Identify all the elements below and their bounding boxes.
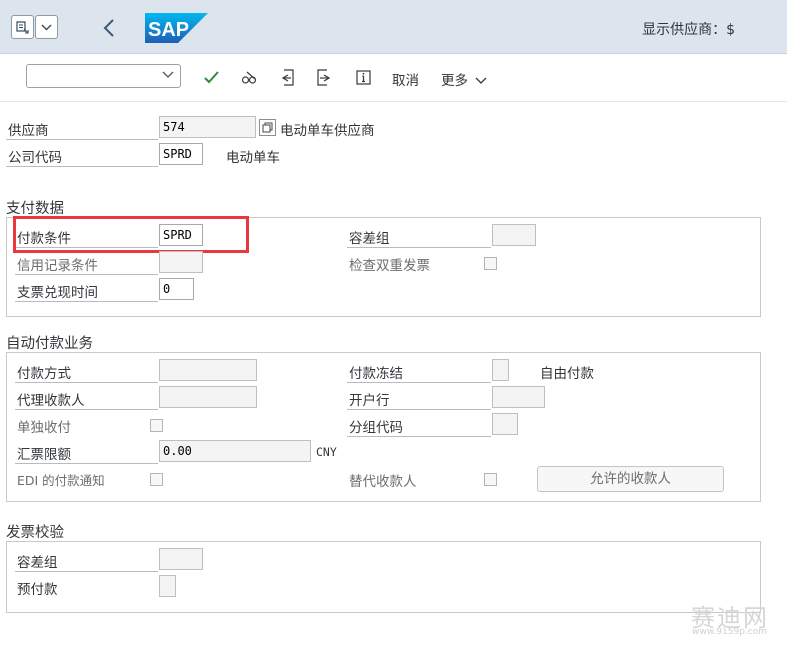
info-icon xyxy=(355,69,371,85)
chevron-left-icon xyxy=(103,19,114,37)
bill-exchange-limit-field[interactable]: 0.00 xyxy=(159,440,311,462)
info-button[interactable] xyxy=(354,68,372,86)
label-underline xyxy=(15,409,158,410)
label-underline xyxy=(347,247,491,248)
bill-exchange-limit-label: 汇票限额 xyxy=(17,447,71,463)
highlight-box xyxy=(13,216,249,253)
permitted-payee-button[interactable]: 允许的收款人 xyxy=(537,466,724,492)
back-button[interactable] xyxy=(96,14,122,42)
next-screen-button[interactable] xyxy=(315,68,333,86)
check-cashing-time-label: 支票兑现时间 xyxy=(17,285,98,301)
alt-payee-doc-checkbox[interactable] xyxy=(484,473,497,486)
copy-icon xyxy=(262,122,273,133)
vendor-name: 电动单车供应商 xyxy=(280,123,375,139)
cancel-button[interactable]: 取消 xyxy=(392,69,419,89)
glasses-pencil-icon xyxy=(241,71,256,84)
individual-payment-checkbox[interactable] xyxy=(150,419,163,432)
payment-block-desc: 自由付款 xyxy=(540,366,594,382)
label-underline xyxy=(15,301,158,302)
tolerance-group-field[interactable] xyxy=(492,224,536,246)
label-underline xyxy=(347,382,491,383)
alt-payee-label: 代理收款人 xyxy=(17,393,85,409)
payment-methods-label: 付款方式 xyxy=(17,366,71,382)
payment-block-label: 付款冻结 xyxy=(349,366,403,382)
company-code-label: 公司代码 xyxy=(8,150,62,166)
currency-code: CNY xyxy=(316,445,337,459)
menu-icon xyxy=(16,20,29,34)
menu-dropdown-button[interactable] xyxy=(35,15,58,39)
vendor-label: 供应商 xyxy=(8,123,49,139)
chevron-down-icon xyxy=(41,24,52,30)
check-cashing-time-field[interactable]: 0 xyxy=(159,278,194,300)
edi-checkbox[interactable] xyxy=(150,473,163,486)
command-field-dropdown[interactable] xyxy=(162,68,174,83)
menu-button[interactable] xyxy=(11,15,34,39)
edi-label: EDI 的付款通知 xyxy=(17,473,105,488)
company-name: 电动单车 xyxy=(226,150,280,166)
command-field[interactable] xyxy=(26,64,181,88)
prepayment-field[interactable] xyxy=(159,575,176,597)
house-bank-field[interactable] xyxy=(492,386,545,408)
svg-text:SAP: SAP xyxy=(148,19,189,41)
payment-block-field[interactable] xyxy=(492,359,509,381)
invoice-verification-group xyxy=(6,541,761,613)
vendor-field[interactable]: 574 xyxy=(159,116,256,138)
credit-memo-terms-label: 信用记录条件 xyxy=(17,258,98,274)
watermark-url: www.9159p.com xyxy=(692,627,767,637)
grouping-key-field[interactable] xyxy=(492,413,518,435)
previous-screen-button[interactable] xyxy=(278,68,296,86)
label-underline xyxy=(6,139,158,140)
payment-data-title: 支付数据 xyxy=(6,201,64,217)
label-underline xyxy=(347,409,491,410)
page-forward-icon xyxy=(317,68,331,86)
more-label: 更多 xyxy=(441,73,468,89)
company-code-field[interactable]: SPRD xyxy=(159,143,203,165)
iv-tolerance-group-label: 容差组 xyxy=(17,555,58,571)
copy-button[interactable] xyxy=(259,119,276,136)
alt-payee-doc-label: 替代收款人 xyxy=(349,474,417,490)
chevron-down-icon xyxy=(475,77,487,84)
invoice-verification-title: 发票校验 xyxy=(6,525,64,541)
alt-payee-field[interactable] xyxy=(159,386,257,408)
label-underline xyxy=(347,436,491,437)
double-invoice-checkbox[interactable] xyxy=(484,257,497,270)
sap-logo: SAP xyxy=(145,13,208,47)
auto-payment-title: 自动付款业务 xyxy=(6,336,93,352)
label-underline xyxy=(15,571,158,572)
grouping-key-label: 分组代码 xyxy=(349,420,403,436)
credit-memo-terms-field[interactable] xyxy=(159,251,203,273)
house-bank-label: 开户行 xyxy=(349,393,390,409)
display-change-button[interactable] xyxy=(240,68,258,86)
payment-methods-field[interactable] xyxy=(159,359,257,381)
label-underline xyxy=(6,166,158,167)
checkmark-icon xyxy=(203,70,219,83)
label-underline xyxy=(15,463,158,464)
iv-tolerance-group-field[interactable] xyxy=(159,548,203,570)
individual-payment-label: 单独收付 xyxy=(17,420,71,436)
page-title: 显示供应商：$ xyxy=(642,22,735,38)
double-invoice-check-label: 检查双重发票 xyxy=(349,258,430,274)
enter-button[interactable] xyxy=(202,68,220,86)
chevron-down-icon xyxy=(162,71,174,78)
prepayment-label: 预付款 xyxy=(17,582,58,598)
label-underline xyxy=(15,382,158,383)
tolerance-group-label: 容差组 xyxy=(349,231,390,247)
more-menu-button[interactable]: 更多 xyxy=(441,69,487,89)
label-underline xyxy=(15,274,158,275)
page-back-icon xyxy=(281,68,294,86)
